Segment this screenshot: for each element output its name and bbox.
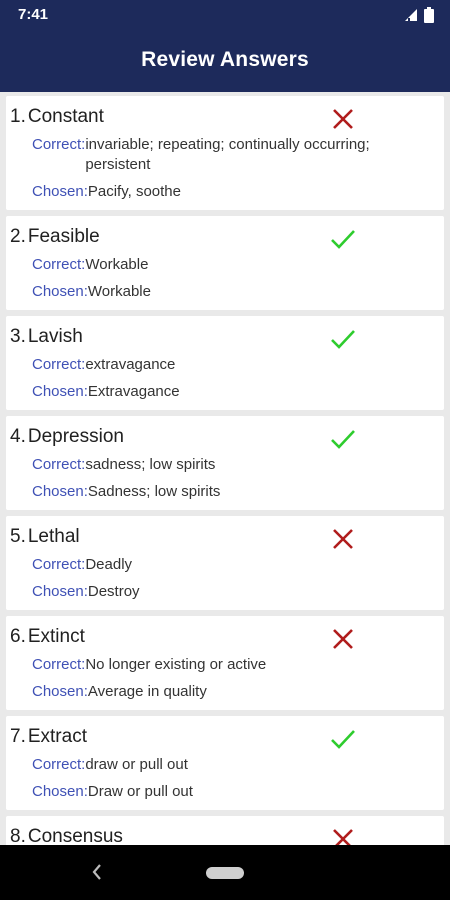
correct-label: Correct:: [32, 656, 86, 673]
chosen-answer-row: Chosen: Extravagance: [32, 382, 440, 402]
question-number: 1.: [10, 106, 26, 127]
correct-answer-row: Correct: extravagance: [32, 355, 440, 375]
question-word: Feasible: [27, 226, 100, 247]
home-button[interactable]: [206, 867, 244, 879]
answer-card: 8.ConsensusCorrect: agreement: [6, 816, 444, 845]
chosen-answer-row: Chosen: Pacify, soothe: [32, 182, 440, 202]
system-icons: [404, 7, 434, 23]
question-number: 3.: [10, 326, 26, 347]
status-bar: 7:41: [0, 0, 450, 30]
check-icon: [331, 330, 355, 349]
correct-label: Correct:: [32, 756, 86, 773]
chosen-value: Sadness; low spirits: [87, 483, 221, 500]
check-icon: [331, 230, 355, 249]
question-number: 6.: [10, 626, 26, 647]
question-heading: 8. Consensus: [10, 826, 440, 845]
correct-label: Correct:: [32, 136, 86, 153]
correct-answer-row: Correct: invariable; repeating; continua…: [32, 135, 440, 175]
correct-label: Correct:: [32, 456, 86, 473]
question-word: Lavish: [27, 326, 83, 347]
status-time: 7:41: [18, 6, 49, 23]
chosen-value: Extravagance: [87, 383, 180, 400]
question-heading: 3. Lavish: [10, 326, 440, 348]
correct-label: Correct:: [32, 356, 86, 373]
correct-answer-row: Correct: Deadly: [32, 555, 440, 575]
answer-card: 1. Constant Correct: invariable; repeating…: [6, 96, 444, 210]
battery-icon: [424, 7, 434, 23]
question-number: 5.: [10, 526, 26, 547]
answer-card: 7. Extract Correct: draw or pull out Chosen…: [6, 716, 444, 810]
correct-answer-row: Correct: draw or pull out: [32, 755, 440, 775]
question-word: Depression: [27, 426, 124, 447]
answer-card: 5. Lethal Correct: Deadly Chosen: Destroy: [6, 516, 444, 610]
chosen-answer-row: Chosen: Sadness; low spirits: [32, 482, 440, 502]
correct-value: Workable: [85, 256, 149, 273]
question-word: Extract: [27, 726, 87, 747]
answer-card: 2. Feasible Correct: Workable Chosen: Worka…: [6, 216, 444, 310]
chosen-answer-row: Chosen: Average in quality: [32, 682, 440, 702]
question-heading: 5. Lethal: [10, 526, 440, 548]
correct-answer-row: Correct: Workable: [32, 255, 440, 275]
chosen-label: Chosen:: [32, 783, 88, 800]
app-header: 7:41 Review Answers: [0, 0, 450, 92]
check-icon: [331, 430, 355, 449]
cross-icon: [333, 829, 353, 845]
question-heading: 7. Extract: [10, 726, 440, 748]
answer-card: 3. Lavish Correct: extravagance Chosen: Ext…: [6, 316, 444, 410]
question-heading: 4. Depression: [10, 426, 440, 448]
question-word: Lethal: [27, 526, 80, 547]
chosen-value: Pacify, soothe: [87, 183, 181, 200]
answer-card: 4. Depression Correct: sadness; low spirit…: [6, 416, 444, 510]
navigation-bar: [0, 845, 450, 900]
chosen-answer-row: Chosen: Draw or pull out: [32, 782, 440, 802]
chosen-label: Chosen:: [32, 683, 88, 700]
question-word: Extinct: [27, 626, 85, 647]
correct-answer-row: Correct: sadness; low spirits: [32, 455, 440, 475]
cross-icon: [333, 529, 353, 549]
chosen-label: Chosen:: [32, 383, 88, 400]
cross-icon: [333, 629, 353, 649]
chosen-label: Chosen:: [32, 483, 88, 500]
question-number: 8.: [10, 826, 26, 845]
correct-answer-row: Correct: No longer existing or active: [32, 655, 440, 675]
question-word: Consensus: [27, 826, 123, 845]
answer-card: 6. Extinct Correct: No longer existing or …: [6, 616, 444, 710]
question-number: 4.: [10, 426, 26, 447]
correct-value: extravagance: [85, 356, 176, 373]
correct-value: draw or pull out: [85, 756, 188, 773]
question-heading: 2. Feasible: [10, 226, 440, 248]
signal-icon: [405, 9, 417, 21]
cross-icon: [333, 109, 353, 129]
chosen-value: Destroy: [87, 583, 140, 600]
chosen-label: Chosen:: [32, 583, 88, 600]
question-word: Constant: [27, 106, 104, 127]
chosen-answer-row: Chosen: Destroy: [32, 582, 440, 602]
correct-value: No longer existing or active: [85, 656, 267, 673]
correct-value: Deadly: [85, 556, 133, 573]
chosen-value: Draw or pull out: [87, 783, 193, 800]
question-heading: 6. Extinct: [10, 626, 440, 648]
back-icon[interactable]: [90, 862, 104, 882]
question-heading: 1. Constant: [10, 106, 440, 128]
correct-value: invariable; repeating; continually occur…: [85, 136, 370, 173]
chosen-label: Chosen:: [32, 183, 88, 200]
page-title: Review Answers: [141, 48, 309, 71]
chosen-value: Workable: [87, 283, 151, 300]
answers-list[interactable]: 1. Constant Correct: invariable; repeating…: [0, 92, 450, 845]
correct-value: sadness; low spirits: [85, 456, 216, 473]
chosen-answer-row: Chosen: Workable: [32, 282, 440, 302]
correct-label: Correct:: [32, 256, 86, 273]
chosen-label: Chosen:: [32, 283, 88, 300]
correct-label: Correct:: [32, 556, 86, 573]
question-number: 7.: [10, 726, 26, 747]
chosen-value: Average in quality: [87, 683, 207, 700]
check-icon: [331, 730, 355, 749]
question-number: 2.: [10, 226, 26, 247]
